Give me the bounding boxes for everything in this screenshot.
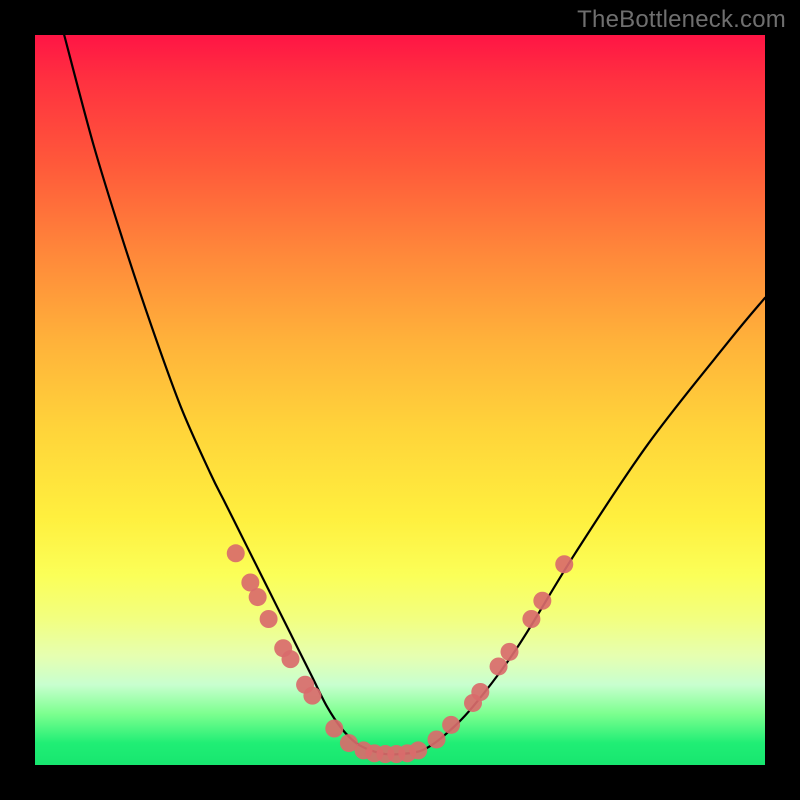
curve-marker bbox=[409, 741, 427, 759]
curve-marker bbox=[490, 657, 508, 675]
curve-marker bbox=[325, 720, 343, 738]
curve-marker bbox=[501, 643, 519, 661]
chart-frame: TheBottleneck.com bbox=[0, 0, 800, 800]
curve-marker bbox=[522, 610, 540, 628]
curve-svg bbox=[35, 35, 765, 765]
watermark-text: TheBottleneck.com bbox=[577, 6, 786, 34]
curve-marker bbox=[533, 592, 551, 610]
curve-marker bbox=[471, 683, 489, 701]
curve-markers bbox=[227, 544, 574, 763]
curve-marker bbox=[282, 650, 300, 668]
curve-marker bbox=[303, 687, 321, 705]
curve-marker bbox=[555, 555, 573, 573]
bottleneck-curve bbox=[64, 35, 765, 755]
curve-marker bbox=[227, 544, 245, 562]
curve-marker bbox=[428, 730, 446, 748]
curve-marker bbox=[442, 716, 460, 734]
curve-marker bbox=[249, 588, 267, 606]
plot-area bbox=[35, 35, 765, 765]
curve-marker bbox=[260, 610, 278, 628]
